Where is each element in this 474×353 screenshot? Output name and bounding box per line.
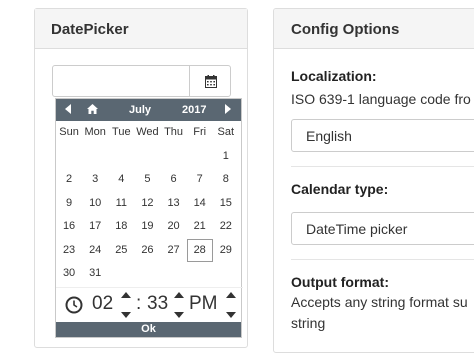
calendar-popup: July 2017 Sun Mon Tue Wed Thu Fri Sat 12… (55, 98, 243, 338)
calendar-day-empty (56, 145, 82, 169)
calendar-day[interactable]: 9 (56, 192, 82, 216)
calendar-day[interactable]: 13 (161, 192, 187, 216)
calendar-day[interactable]: 18 (108, 215, 134, 239)
minute-down-icon[interactable] (174, 312, 184, 318)
localization-select[interactable]: English (291, 119, 474, 152)
output-format-description: Accepts any string format su (291, 294, 468, 310)
clock-icon (65, 296, 83, 314)
calendar-day-empty (82, 145, 108, 169)
calendar-day[interactable]: 1 (213, 145, 239, 169)
year-label[interactable]: 2017 (182, 104, 206, 116)
calendar-day[interactable]: 20 (161, 215, 187, 239)
calendar-day[interactable]: 26 (134, 239, 160, 263)
calendar-day[interactable]: 2 (56, 168, 82, 192)
calendar-day[interactable]: 12 (134, 192, 160, 216)
localization-description: ISO 639-1 language code fro (291, 91, 471, 107)
config-panel: Config Options Localization: ISO 639-1 l… (273, 8, 474, 353)
config-panel-title: Config Options (274, 9, 474, 49)
calendar-day[interactable]: 8 (213, 168, 239, 192)
calendar-day-empty (108, 262, 134, 286)
calendar-day-empty (134, 145, 160, 169)
datepicker-panel-title: DatePicker (35, 9, 247, 49)
output-format-label: Output format: (291, 274, 389, 290)
calendar-day-empty (213, 262, 239, 286)
weekday-label: Sun (59, 126, 79, 138)
calendar-day[interactable]: 27 (161, 239, 187, 263)
calendar-day-empty (134, 262, 160, 286)
calendar-day[interactable]: 11 (108, 192, 134, 216)
divider (291, 259, 474, 260)
weekday-label: Fri (193, 126, 207, 138)
time-picker: 02 : 33 PM (56, 287, 243, 321)
hour-down-icon[interactable] (121, 312, 131, 318)
calendar-day-grid: Sun Mon Tue Wed Thu Fri Sat 1 2 3 4 5 6 7 8 9 10 1… (56, 121, 241, 286)
weekday-label: Sat (217, 126, 235, 138)
calendar-header: July 2017 (56, 99, 241, 121)
calendar-day[interactable]: 23 (56, 239, 82, 263)
calendar-toggle-button[interactable] (189, 65, 231, 97)
weekday-label: Mon (84, 126, 106, 138)
weekday-label: Thu (164, 126, 184, 138)
calendar-day[interactable]: 19 (134, 215, 160, 239)
calendar-type-select[interactable]: DateTime picker (291, 212, 474, 245)
calendar-day[interactable]: 28 (186, 238, 213, 262)
hour-value[interactable]: 02 (92, 293, 113, 315)
date-input[interactable] (52, 65, 190, 97)
calendar-day[interactable]: 24 (82, 239, 108, 263)
divider (291, 166, 474, 167)
minute-value[interactable]: 33 (147, 293, 168, 315)
hour-up-icon[interactable] (121, 292, 131, 298)
calendar-day-empty (161, 262, 187, 286)
calendar-day[interactable]: 3 (82, 168, 108, 192)
calendar-day[interactable]: 10 (82, 192, 108, 216)
calendar-day[interactable]: 4 (108, 168, 134, 192)
ampm-value[interactable]: PM (189, 293, 218, 315)
chevron-right-icon[interactable] (225, 104, 231, 117)
calendar-day[interactable]: 31 (82, 262, 108, 286)
calendar-day[interactable]: 14 (187, 192, 213, 216)
ampm-up-icon[interactable] (226, 292, 236, 298)
calendar-day[interactable]: 6 (161, 168, 187, 192)
ok-button[interactable]: Ok (56, 322, 241, 337)
calendar-day[interactable]: 16 (56, 215, 82, 239)
calendar-day[interactable]: 17 (82, 215, 108, 239)
calendar-icon (205, 75, 217, 88)
home-icon[interactable] (87, 104, 98, 117)
output-format-description-cont: string (291, 315, 326, 331)
calendar-day[interactable]: 7 (187, 168, 213, 192)
calendar-day[interactable]: 5 (134, 168, 160, 192)
localization-label: Localization: (291, 68, 377, 84)
calendar-day[interactable]: 15 (213, 192, 239, 216)
calendar-type-label: Calendar type: (291, 181, 389, 197)
weekday-label: Tue (112, 126, 131, 138)
ampm-down-icon[interactable] (226, 312, 236, 318)
month-label[interactable]: July (129, 104, 151, 116)
calendar-day[interactable]: 22 (213, 215, 239, 239)
time-separator: : (136, 293, 142, 314)
calendar-day[interactable]: 21 (187, 215, 213, 239)
weekday-label: Wed (136, 126, 159, 138)
calendar-day-empty (161, 145, 187, 169)
calendar-day[interactable]: 25 (108, 239, 134, 263)
minute-up-icon[interactable] (174, 292, 184, 298)
calendar-day[interactable]: 30 (56, 262, 82, 286)
calendar-day-empty (108, 145, 134, 169)
calendar-day[interactable]: 29 (213, 239, 239, 263)
chevron-left-icon[interactable] (65, 104, 71, 117)
calendar-day-empty (187, 145, 213, 169)
calendar-day-empty (187, 262, 213, 286)
